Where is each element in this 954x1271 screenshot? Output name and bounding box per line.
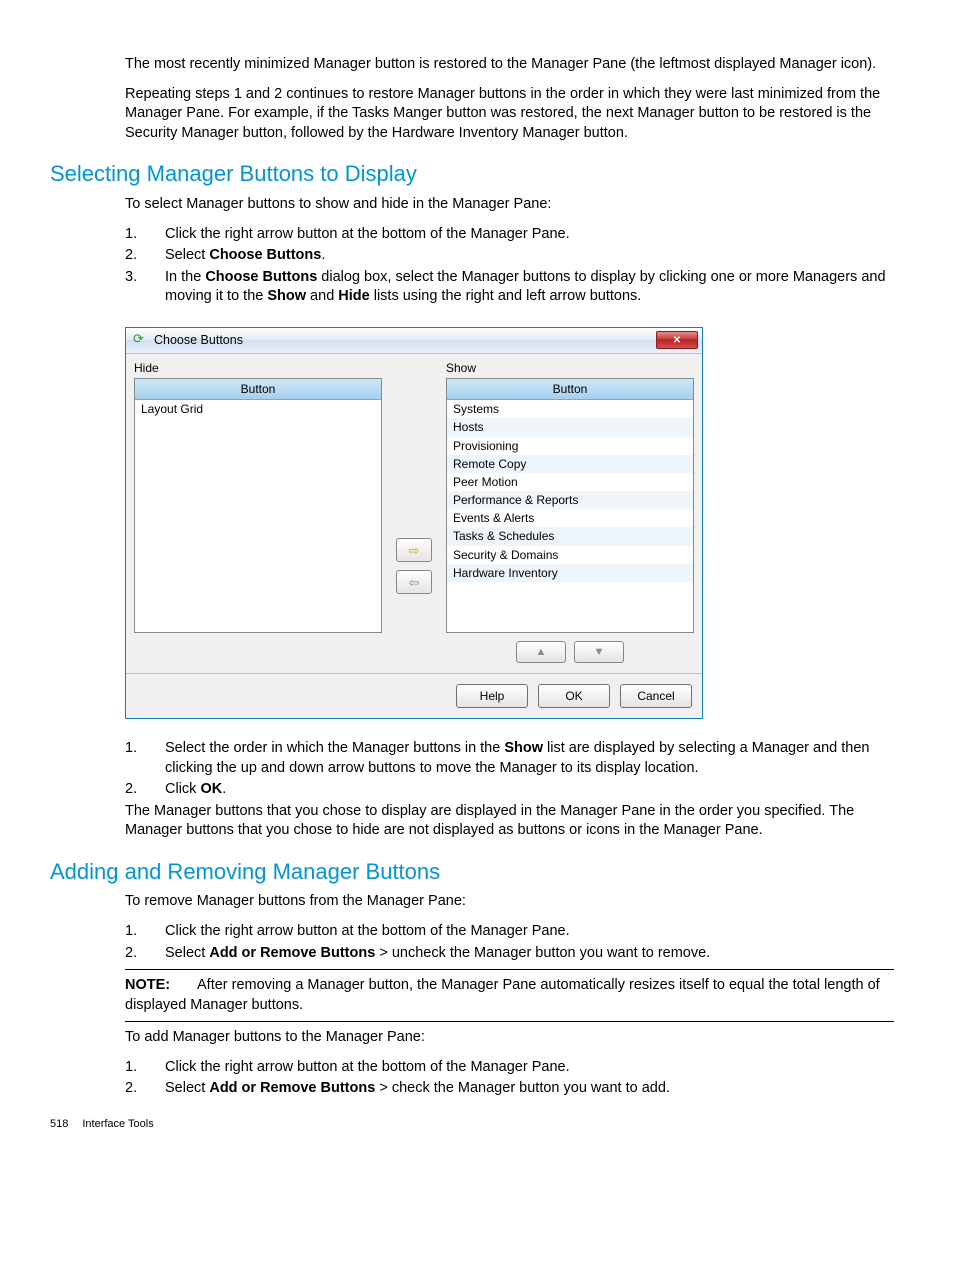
app-icon [132, 332, 148, 348]
step-text: Click the right arrow button at the bott… [165, 922, 894, 942]
close-icon[interactable]: ✕ [656, 331, 698, 349]
divider [125, 1021, 894, 1022]
dialog-title: Choose Buttons [154, 332, 656, 349]
step-number: 2. [125, 246, 165, 266]
move-up-button[interactable]: ▲ [516, 641, 566, 663]
move-left-button[interactable]: ⇦ [396, 570, 432, 594]
move-right-button[interactable]: ⇨ [396, 538, 432, 562]
hide-label: Hide [134, 360, 382, 376]
help-button[interactable]: Help [456, 684, 528, 708]
step-number: 3. [125, 268, 165, 307]
paragraph: Repeating steps 1 and 2 continues to res… [125, 85, 894, 144]
intro-text: To add Manager buttons to the Manager Pa… [125, 1028, 894, 1048]
divider [125, 969, 894, 970]
intro-text: To select Manager buttons to show and hi… [125, 195, 894, 215]
list-item[interactable]: Provisioning [447, 437, 693, 455]
note: NOTE:After removing a Manager button, th… [125, 976, 894, 1015]
step-text: In the Choose Buttons dialog box, select… [165, 268, 894, 307]
show-label: Show [446, 360, 694, 376]
step-text: Click the right arrow button at the bott… [165, 1058, 894, 1078]
show-list[interactable]: Button Systems Hosts Provisioning Remote… [446, 378, 694, 633]
step-number: 1. [125, 739, 165, 778]
step-list: 1.Select the order in which the Manager … [125, 739, 894, 800]
section-name: Interface Tools [82, 1118, 153, 1130]
list-item[interactable]: Security & Domains [447, 546, 693, 564]
step-number: 1. [125, 1058, 165, 1078]
cancel-button[interactable]: Cancel [620, 684, 692, 708]
heading-selecting: Selecting Manager Buttons to Display [50, 159, 894, 189]
ok-button[interactable]: OK [538, 684, 610, 708]
step-list: 1.Click the right arrow button at the bo… [125, 225, 894, 307]
dialog-titlebar: Choose Buttons ✕ [126, 328, 702, 354]
list-item[interactable]: Tasks & Schedules [447, 527, 693, 545]
list-item[interactable]: Hosts [447, 418, 693, 436]
page-footer: 518 Interface Tools [50, 1117, 894, 1132]
hide-list[interactable]: Button Layout Grid [134, 378, 382, 633]
move-down-button[interactable]: ▼ [574, 641, 624, 663]
intro-text: To remove Manager buttons from the Manag… [125, 892, 894, 912]
step-number: 2. [125, 944, 165, 964]
column-header: Button [447, 379, 693, 400]
step-number: 1. [125, 922, 165, 942]
step-list: 1.Click the right arrow button at the bo… [125, 922, 894, 963]
list-item[interactable]: Performance & Reports [447, 491, 693, 509]
list-item[interactable]: Remote Copy [447, 455, 693, 473]
page-number: 518 [50, 1118, 68, 1130]
step-number: 1. [125, 225, 165, 245]
list-item[interactable]: Peer Motion [447, 473, 693, 491]
step-text: Click the right arrow button at the bott… [165, 225, 894, 245]
paragraph: The Manager buttons that you chose to di… [125, 802, 894, 841]
paragraph: The most recently minimized Manager butt… [125, 55, 894, 75]
list-item[interactable]: Hardware Inventory [447, 564, 693, 582]
step-text: Select Choose Buttons. [165, 246, 894, 266]
list-item[interactable]: Systems [447, 400, 693, 418]
step-number: 2. [125, 1079, 165, 1099]
heading-adding: Adding and Removing Manager Buttons [50, 857, 894, 887]
step-text: Select the order in which the Manager bu… [165, 739, 894, 778]
step-text: Click OK. [165, 780, 894, 800]
step-number: 2. [125, 780, 165, 800]
step-list: 1.Click the right arrow button at the bo… [125, 1058, 894, 1099]
choose-buttons-dialog: Choose Buttons ✕ Hide Button Layout Grid… [125, 327, 703, 719]
list-item[interactable]: Layout Grid [135, 400, 381, 418]
step-text: Select Add or Remove Buttons > uncheck t… [165, 944, 894, 964]
step-text: Select Add or Remove Buttons > check the… [165, 1079, 894, 1099]
column-header: Button [135, 379, 381, 400]
list-item[interactable]: Events & Alerts [447, 509, 693, 527]
